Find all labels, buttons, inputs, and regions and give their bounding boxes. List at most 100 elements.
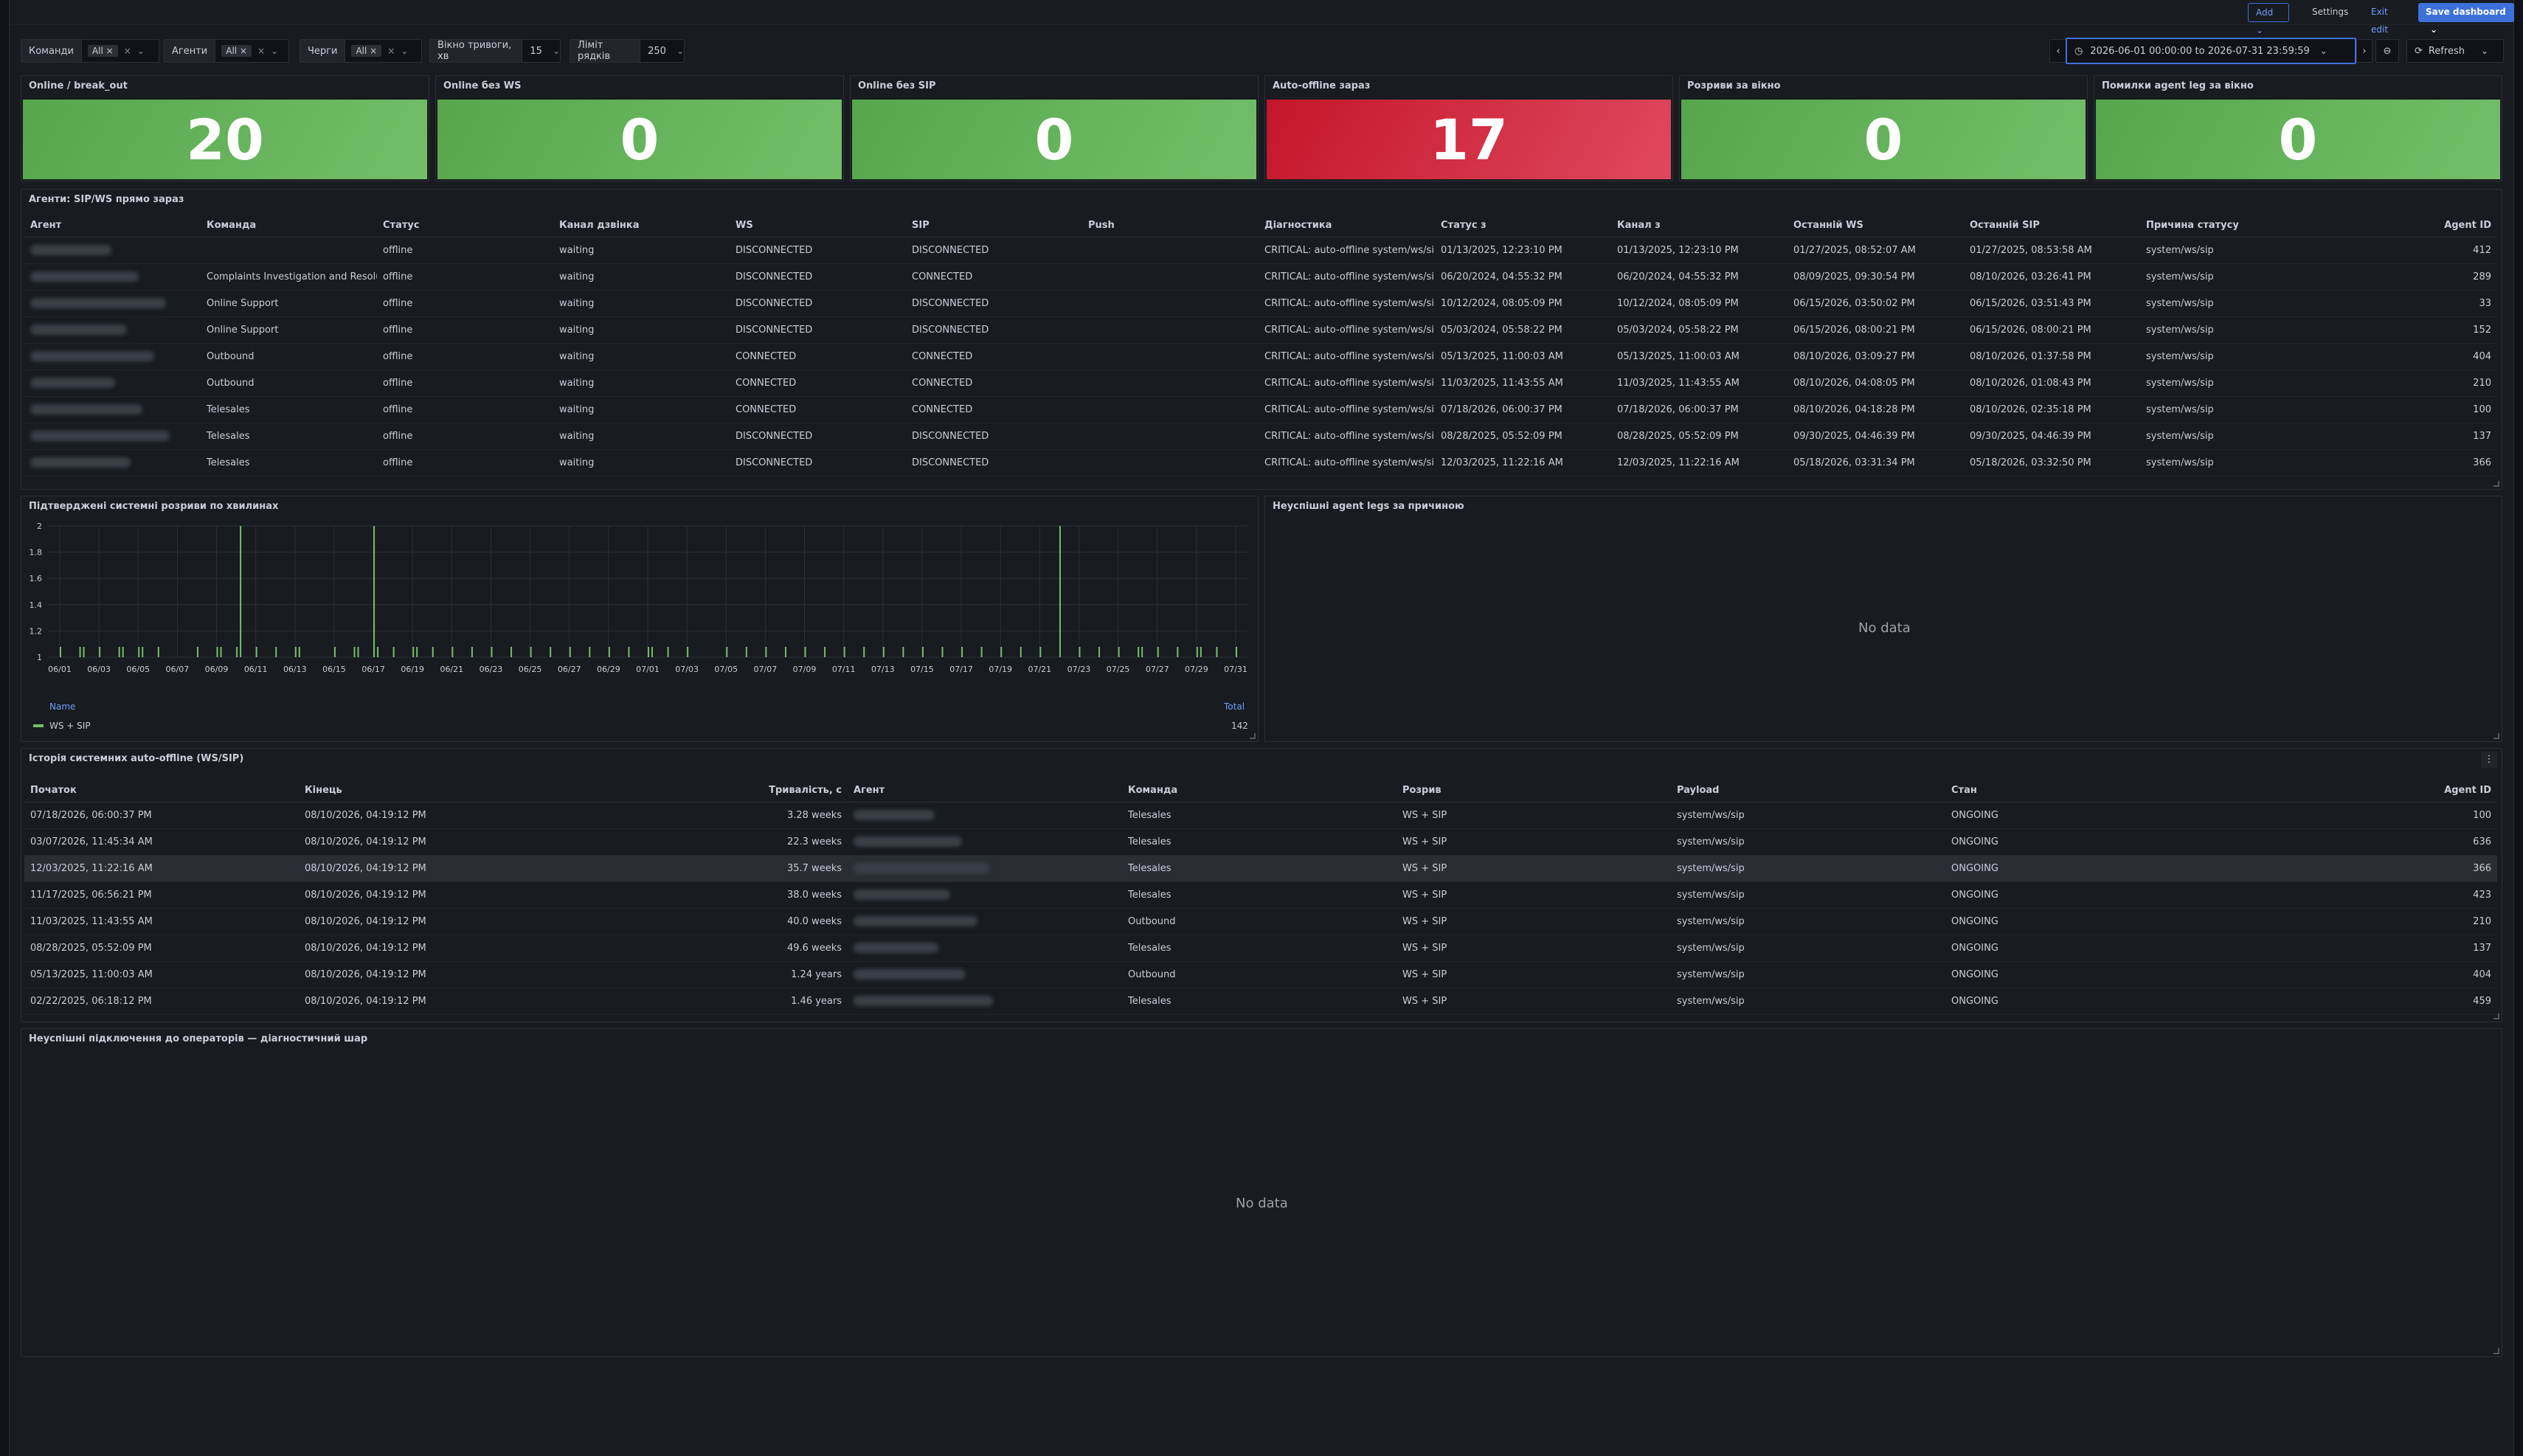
agents-variable[interactable]: Агенти All × × ⌄ [164,39,289,63]
stat-online-without-sip[interactable]: Online без SIP 0 [850,75,1259,181]
chevron-down-icon[interactable]: ⌄ [401,46,408,56]
queues-variable[interactable]: Черги All × × ⌄ [300,39,422,63]
save-dashboard-button[interactable]: Save dashboard ⌄ [2418,3,2514,35]
column-header[interactable]: SIP [906,215,1082,238]
table-cell: system/ws/sip [2140,396,2316,423]
add-button[interactable]: Add ⌄ [2248,3,2289,35]
resize-handle[interactable] [2493,481,2499,487]
exit-edit-button[interactable]: Exit edit [2364,3,2409,35]
column-header[interactable]: Статус з [1435,215,1611,238]
table-row[interactable]: Outbound offline waiting CONNECTED CONNECTED… [24,343,2497,370]
resize-handle[interactable] [1250,733,1256,739]
table-row[interactable]: 02/22/2025, 06:18:12 PM 08/10/2026, 04:19… [24,988,2497,1015]
time-back-button[interactable]: ‹ [2049,39,2067,63]
x-tick-label: 07/11 [832,665,856,674]
stat-online-break-out[interactable]: Online / break_out 20 [21,75,429,181]
panel-menu-icon[interactable]: ⋮ [2481,752,2497,768]
column-header[interactable]: Причина статусу [2140,215,2316,238]
column-header[interactable]: Push [1082,215,1259,238]
history-panel[interactable]: Історія системних auto-offline (WS/SIP) … [21,748,2502,1022]
clear-icon[interactable]: × [257,46,265,56]
chevron-down-icon[interactable]: ⌄ [676,46,684,56]
chevron-down-icon[interactable]: ⌄ [137,46,145,56]
table-row[interactable]: Outbound offline waiting CONNECTED CONNECTED… [24,370,2497,397]
column-header[interactable]: Діагностика [1259,215,1435,238]
column-header[interactable]: Agent ID [2220,780,2497,802]
legend-item[interactable]: WS + SIP [33,721,91,731]
column-header[interactable]: Стан [1945,780,2220,802]
table-row[interactable]: Telesales offline waiting CONNECTED CONNECTE… [24,396,2497,423]
table-cell: 08/10/2026, 04:19:12 PM [299,961,573,988]
alarm-window-variable[interactable]: Вікно тривоги, хв 15 ⌄ [429,39,561,63]
clear-icon[interactable]: × [387,46,395,56]
table-cell: 33 [2316,290,2497,317]
table-row[interactable]: 07/18/2026, 06:00:37 PM 08/10/2026, 04:19… [24,802,2497,829]
column-header[interactable]: Кінець [299,780,573,802]
column-header[interactable]: Тривалість, с [573,780,848,802]
time-range-picker[interactable]: ◷ 2026-06-01 00:00:00 to 2026-07-31 23:5… [2066,38,2356,64]
table-row[interactable]: Online Support offline waiting DISCONNECTED… [24,316,2497,344]
stat-auto-offline-now[interactable]: Auto-offline зараз 17 [1264,75,1673,181]
stat-agent-leg-errors[interactable]: Помилки agent leg за вікно 0 [2094,75,2502,181]
table-cell: 10/12/2024, 08:05:09 PM [1435,290,1611,317]
table-row[interactable]: Telesales offline waiting DISCONNECTED DISCO… [24,423,2497,450]
column-header[interactable]: Останній WS [1787,215,1964,238]
clear-icon[interactable]: × [124,46,131,56]
column-header[interactable]: Агент [24,215,201,238]
chevron-down-icon[interactable]: ⌄ [2481,46,2488,56]
table-cell: system/ws/sip [2140,290,2316,317]
row-limit-variable[interactable]: Ліміт рядків 250 ⌄ [570,39,685,63]
panel-title: Неуспішні підключення до операторів — ді… [29,1033,368,1044]
resize-handle[interactable] [2493,1013,2499,1019]
breaks-chart-panel[interactable]: Підтверджені системні розриви по хвилина… [21,496,1259,742]
resize-handle[interactable] [2493,1348,2499,1354]
teams-chip[interactable]: All × [87,45,118,57]
column-header[interactable]: Команда [201,215,377,238]
chart-bar [294,647,297,657]
table-row[interactable]: 11/03/2025, 11:43:55 AM 08/10/2026, 04:19… [24,908,2497,935]
table-row[interactable]: 11/17/2025, 06:56:21 PM 08/10/2026, 04:19… [24,881,2497,909]
chevron-down-icon[interactable]: ⌄ [271,46,278,56]
column-header[interactable]: Канал дзвінка [553,215,730,238]
column-header[interactable]: Останній SIP [1964,215,2140,238]
resize-handle[interactable] [2493,733,2499,739]
chevron-down-icon[interactable]: ⌄ [553,46,560,56]
column-header[interactable]: Agent ID [2316,215,2497,238]
column-header[interactable]: Розрив [1397,780,1671,802]
chart-bar [216,647,218,657]
panel-title: Агенти: SIP/WS прямо зараз [29,194,184,205]
chevron-right-icon: › [2362,45,2367,57]
stat-online-without-ws[interactable]: Online без WS 0 [435,75,844,181]
column-header[interactable]: Агент [848,780,1122,802]
table-row[interactable]: Online Support offline waiting DISCONNECTED… [24,290,2497,317]
settings-button[interactable]: Settings [2305,3,2349,22]
failed-connections-panel[interactable]: Неуспішні підключення до операторів — ді… [21,1028,2502,1357]
column-header[interactable]: Payload [1671,780,1945,802]
teams-variable[interactable]: Команди All × × ⌄ [21,39,159,63]
table-row[interactable]: 03/07/2026, 11:45:34 AM 08/10/2026, 04:19… [24,828,2497,856]
refresh-button[interactable]: ⟳ Refresh ⌄ [2406,39,2504,63]
table-cell: 12/03/2025, 11:22:16 AM [1435,449,1611,476]
table-cell [848,988,1122,1015]
agents-chip[interactable]: All × [221,45,252,57]
column-header[interactable]: WS [730,215,906,238]
time-forward-button[interactable]: › [2356,39,2373,63]
x-tick-label: 06/05 [126,665,150,674]
column-header[interactable]: Статус [377,215,553,238]
breaks-chart[interactable]: 1 1.2 1.4 1.6 1.8 2 06/01 06/03 06/05 06/07 06/09 0… [21,517,1259,716]
table-row[interactable]: 08/28/2025, 05:52:09 PM 08/10/2026, 04:19… [24,935,2497,962]
column-header[interactable]: Команда [1122,780,1397,802]
table-row[interactable]: Telesales offline waiting DISCONNECTED DISCO… [24,449,2497,476]
zoom-out-button[interactable]: ⊖ [2375,39,2399,63]
table-row[interactable]: 12/03/2025, 11:22:16 AM 08/10/2026, 04:19… [24,855,2497,882]
column-header[interactable]: Канал з [1611,215,1787,238]
stat-breaks-per-window[interactable]: Розриви за вікно 0 [1679,75,2088,181]
table-row[interactable]: Complaints Investigation and Resolutiono… [24,263,2497,291]
queues-chip[interactable]: All × [351,45,382,57]
agents-panel[interactable]: Агенти: SIP/WS прямо зараз Агент Команда С… [21,189,2502,490]
table-row[interactable]: 05/13/2025, 11:00:03 AM 08/10/2026, 04:19… [24,961,2497,988]
table-cell: 3.28 weeks [573,802,848,829]
table-row[interactable]: offline waiting DISCONNECTED DISCONNECTED CR… [24,237,2497,264]
failed-legs-panel[interactable]: Неуспішні agent legs за причиною No data [1264,496,2502,742]
column-header[interactable]: Початок [24,780,299,802]
